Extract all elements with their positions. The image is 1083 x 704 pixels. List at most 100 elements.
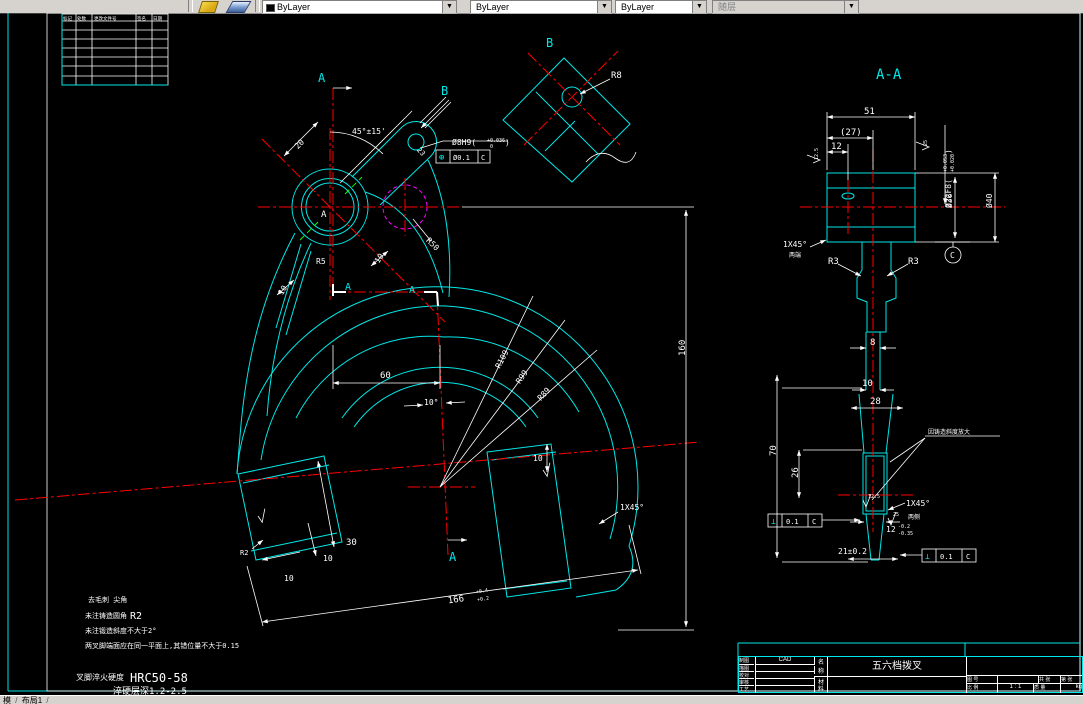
section-title: A-A	[876, 67, 902, 83]
layout-tab-bar: 模型 / 布局1 /	[0, 695, 1083, 704]
dim-r3-left: R3	[828, 257, 839, 267]
note-line6: 淬硬层深1.2-2.5	[113, 685, 187, 695]
dim-166-sup: +0.4	[476, 588, 489, 596]
plotstyle-combo-value: 随层	[718, 2, 737, 12]
chevron-down-icon[interactable]: ▼	[692, 1, 706, 13]
dim-27: (27)	[840, 128, 862, 138]
dim-10-foot2: 10	[284, 574, 294, 583]
revision-header: 处数	[77, 15, 86, 22]
lineweight-combo-value: ByLayer	[621, 2, 655, 12]
chamfer-bottom: 1X45°	[906, 499, 930, 508]
bore-callout-sup: +0.053	[943, 154, 949, 172]
properties-painter-button[interactable]	[196, 0, 220, 13]
dim-28: 28	[870, 397, 881, 407]
weight-unit: kg	[1060, 683, 1082, 693]
hole-callout-close: )	[505, 138, 510, 147]
dim-12-tol-sup: -0.2	[898, 524, 910, 530]
note-line5-value: HRC50-58	[130, 671, 188, 685]
section-label-a-mid2: A	[409, 285, 415, 296]
section-label-a-bottom: A	[449, 550, 457, 564]
dim-d40: Ø40	[984, 193, 994, 208]
dim-r99: R99	[514, 368, 530, 385]
drawing-canvas[interactable]: 标记 处数 更改文件号 签名 日期 A A A A A B 45°±15' 20…	[0, 13, 1083, 695]
lineweight-control-combo[interactable]: ByLayer ▼	[615, 0, 707, 14]
revision-table: 标记 处数 更改文件号 签名 日期	[61, 13, 169, 86]
toolbar-separator	[188, 0, 193, 12]
linetype-control-combo[interactable]: ByLayer ▼	[470, 0, 612, 14]
view-b-label: B	[546, 36, 553, 50]
chevron-down-icon[interactable]: ▼	[597, 1, 611, 13]
tb-mat-char2: 料	[814, 684, 827, 692]
weight-label: 质 量	[1033, 683, 1060, 693]
dim-r89: R89	[536, 386, 553, 403]
datum-c-label: C	[950, 251, 955, 260]
perp-tol-right: 0.1	[940, 553, 953, 561]
note-line3: 未注锻造斜度不大于2°	[85, 626, 156, 635]
tb-row-value: CAD	[755, 657, 814, 664]
bore-callout-sub: +0.020	[950, 154, 956, 172]
position-tolerance-datum: C	[481, 154, 485, 162]
dim-10-mid: 10	[533, 454, 543, 463]
plotstyle-control-combo: 随层 ▼	[712, 0, 859, 14]
hole-callout-sub: 0	[490, 144, 493, 150]
note-line4: 两叉脚端面应在同一平面上,其错位量不大于0.15	[85, 641, 239, 650]
color-combo-value: ByLayer	[277, 2, 311, 12]
dim-23: 23	[415, 146, 427, 158]
properties-toolbar: ByLayer ▼ ByLayer ▼ ByLayer ▼ 随层 ▼	[0, 0, 1083, 14]
roughness-25-top: 25	[923, 140, 929, 146]
perp-datum-right: C	[966, 553, 970, 561]
front-view: A A A A A B 45°±15' 20 23 Ø8H9( +0.036 0…	[14, 71, 701, 631]
dim-r3-right: R3	[908, 257, 919, 267]
tab-layout1[interactable]: 布局1	[22, 696, 42, 704]
color-control-combo[interactable]: ByLayer ▼	[262, 0, 457, 14]
dim-60: 60	[380, 371, 391, 381]
dim-d36: Ø36	[944, 193, 954, 208]
dim-166: 166	[447, 594, 464, 606]
roughness-125-top: 12.5	[814, 148, 820, 160]
scale-label: 比 例	[966, 683, 997, 693]
dim-r2: R2	[240, 549, 248, 557]
note-line2-value: R2	[130, 611, 142, 622]
note-line1: 去毛刺 尖角	[88, 595, 127, 604]
dim-12-tol-sub: -0.35	[898, 531, 913, 537]
tb-name-char1: 名	[814, 657, 827, 665]
linetype-combo-value: ByLayer	[476, 2, 510, 12]
dim-angle-10: 10°	[424, 398, 438, 407]
dim-chamfer-1x45: 1X45°	[620, 503, 644, 512]
title-block: 制图 CAD 描图 校对 审核 工艺 名 称 材 料 五六档拨叉 图 号 共 张…	[738, 656, 1083, 693]
dim-10: 10	[862, 379, 873, 389]
technical-notes: 去毛刺 尖角 未注铸造圆角 R2 未注锻造斜度不大于2° 两叉脚端面应在同一平面…	[76, 595, 239, 695]
dim-10-foot1: 10	[323, 554, 333, 563]
tab-divider: /	[46, 696, 49, 704]
view-b: B R8	[502, 36, 637, 183]
scale-value: 1 : 1	[997, 683, 1033, 693]
paint-icon	[198, 1, 219, 13]
chevron-down-icon: ▼	[844, 1, 858, 13]
toolbar-separator	[255, 0, 260, 12]
revision-header: 更改文件号	[94, 15, 117, 22]
dim-160: 160	[678, 340, 688, 356]
taper-note: 因铸造斜度放大	[928, 428, 970, 436]
company-cell	[966, 657, 1082, 675]
color-swatch	[266, 4, 275, 12]
section-a-a: A-A C 51 (27) 12 Ø22F8(+0.053 +0.020) …	[767, 67, 1005, 563]
part-name: 五六档拨叉	[827, 657, 966, 676]
tb-row-value	[755, 685, 814, 693]
dim-70: 70	[769, 445, 779, 456]
dim-30: 30	[346, 538, 357, 548]
dim-166-group: 166 +0.4 +0.2	[447, 588, 489, 607]
sheet-frame	[7, 13, 1081, 692]
material-value	[827, 676, 966, 693]
dim-r8: R8	[611, 71, 622, 81]
chevron-down-icon[interactable]: ▼	[442, 1, 456, 13]
note-line2: 未注铸造圆角	[85, 611, 127, 620]
layers-button[interactable]	[225, 0, 252, 13]
perp-symbol-right: ⊥	[925, 552, 930, 561]
hole-callout: Ø8H9(	[452, 137, 476, 147]
revision-header: 签名	[137, 15, 146, 22]
dim-8: 8	[870, 338, 875, 348]
dim-20: 20	[293, 137, 306, 150]
tab-model[interactable]: 模型	[0, 696, 11, 704]
dim-12-tol: 12	[886, 525, 896, 534]
chamfer-top-note: 两端	[789, 251, 801, 259]
